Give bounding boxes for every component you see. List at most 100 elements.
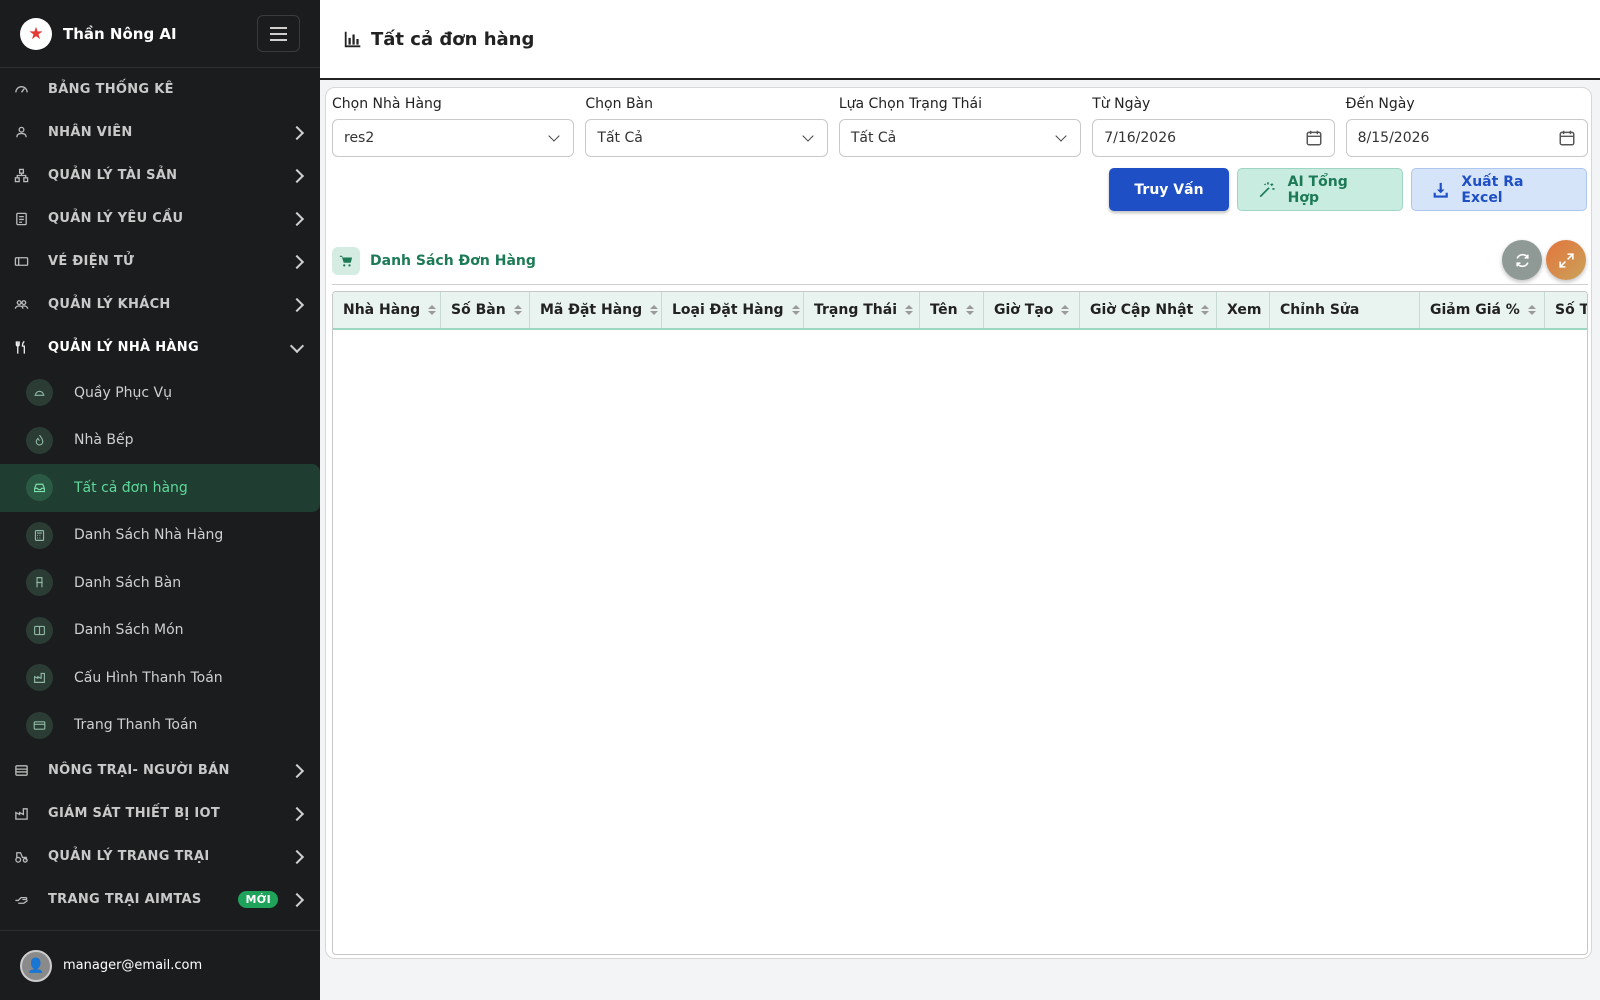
column-label: Chỉnh Sửa — [1280, 302, 1360, 318]
export-excel-button[interactable]: Xuất Ra Excel — [1411, 168, 1587, 211]
sidebar-item-dashboard[interactable]: BẢNG THỐNG KÊ — [0, 68, 320, 111]
sidebar-subitem-dish-list[interactable]: Danh Sách Món — [0, 607, 320, 655]
sidebar-item-farm-management[interactable]: QUẢN LÝ TRANG TRẠI — [0, 835, 320, 878]
ticket-icon — [12, 253, 30, 271]
column-label: Giờ Tạo — [994, 302, 1054, 318]
chevron-down-icon — [289, 338, 305, 353]
chevron-right-icon — [289, 211, 305, 226]
sidebar-subitem-restaurant-list[interactable]: Danh Sách Nhà Hàng — [0, 512, 320, 560]
table-select[interactable]: Tất Cả — [585, 119, 828, 157]
sort-icon — [958, 305, 974, 315]
chevron-right-icon — [289, 892, 305, 907]
sidebar-item-label: BẢNG THỐNG KÊ — [48, 82, 174, 97]
sidebar-subitem-payment-config[interactable]: Cấu Hình Thanh Toán — [0, 654, 320, 702]
column-header[interactable]: Giờ Cập Nhật — [1080, 292, 1217, 328]
user-profile[interactable]: 👤 manager@email.com — [0, 930, 320, 1000]
sidebar-item-assets[interactable]: QUẢN LÝ TÀI SẢN — [0, 154, 320, 197]
sidebar-subitem-label: Nhà Bếp — [74, 432, 134, 449]
from-date-input[interactable]: 7/16/2026 — [1092, 119, 1335, 157]
column-label: Nhà Hàng — [343, 302, 421, 318]
sidebar-subitem-service-counter[interactable]: Quầy Phục Vụ — [0, 369, 320, 417]
sidebar-item-customers[interactable]: QUẢN LÝ KHÁCH — [0, 283, 320, 326]
sidebar-subitem-all-orders[interactable]: Tất cả đơn hàng — [0, 464, 320, 512]
sidebar-item-iot-monitoring[interactable]: GIÁM SÁT THIẾT BỊ IOT — [0, 792, 320, 835]
sidebar-item-restaurant[interactable]: QUẢN LÝ NHÀ HÀNG — [0, 326, 320, 369]
cart-icon — [332, 247, 360, 275]
menu-toggle-button[interactable] — [257, 15, 300, 52]
table-select-value: Tất Cả — [597, 130, 643, 146]
fullscreen-button[interactable] — [1546, 240, 1586, 280]
column-header[interactable]: Nhà Hàng — [333, 292, 441, 328]
sidebar-subitem-payment-page[interactable]: Trang Thanh Toán — [0, 702, 320, 750]
to-date-input[interactable]: 8/15/2026 — [1345, 119, 1589, 157]
column-header[interactable]: Số Bàn — [441, 292, 530, 328]
app-name: Thần Nông AI — [63, 24, 177, 43]
menu-book-icon — [26, 616, 53, 644]
column-header[interactable]: Tên — [920, 292, 984, 328]
sort-icon — [1520, 305, 1536, 315]
column-header[interactable]: Loại Đặt Hàng — [662, 292, 804, 328]
sidebar-subitem-label: Tất cả đơn hàng — [74, 479, 188, 496]
from-date-label: Từ Ngày — [1092, 96, 1151, 112]
restaurant-select[interactable]: res2 — [332, 119, 575, 157]
download-icon — [1433, 182, 1448, 198]
sidebar-item-label: NHÂN VIÊN — [48, 125, 133, 140]
fork-knife-icon — [12, 339, 30, 357]
cloche-icon — [26, 379, 53, 407]
sidebar-item-farm-seller[interactable]: NÔNG TRẠI- NGƯỜI BÁN — [0, 749, 320, 792]
sidebar-item-label: VÉ ĐIỆN TỬ — [48, 254, 135, 269]
chevron-right-icon — [289, 849, 305, 864]
tractor-icon — [12, 848, 30, 866]
column-label: Tên — [930, 302, 958, 318]
sidebar-item-label: GIÁM SÁT THIẾT BỊ IOT — [48, 806, 221, 821]
card-icon — [26, 711, 53, 739]
export-excel-label: Xuất Ra Excel — [1461, 173, 1524, 206]
sort-icon — [897, 305, 913, 315]
factory-icon — [12, 805, 30, 823]
orders-card: Chọn Nhà Hàng res2 Chọn Bàn Tất Cả Lựa C… — [325, 87, 1592, 959]
clipboard-icon — [12, 210, 30, 228]
chair-icon — [26, 569, 53, 597]
query-button-label: Truy Vấn — [1134, 181, 1204, 198]
sidebar-item-aimtas-farm[interactable]: TRANG TRẠI AIMTAS MỚI — [0, 878, 320, 921]
column-label: Số T — [1555, 302, 1588, 318]
ai-summary-button[interactable]: AI Tổng Hợp — [1237, 168, 1403, 211]
sort-icon — [1193, 305, 1210, 315]
sidebar-item-e-tickets[interactable]: VÉ ĐIỆN TỬ — [0, 240, 320, 283]
column-header[interactable]: Giảm Giá % — [1420, 292, 1545, 328]
chevron-right-icon — [289, 125, 305, 140]
refresh-button[interactable] — [1502, 240, 1542, 280]
avatar: 👤 — [20, 949, 52, 982]
sidebar-item-staff[interactable]: NHÂN VIÊN — [0, 111, 320, 154]
sidebar-subitem-kitchen[interactable]: Nhà Bếp — [0, 417, 320, 465]
to-date-value: 8/15/2026 — [1357, 130, 1430, 146]
column-header[interactable]: Giờ Tạo — [984, 292, 1080, 328]
query-button[interactable]: Truy Vấn — [1109, 168, 1229, 211]
divider — [332, 284, 1588, 285]
from-date-filter: Từ Ngày 7/16/2026 — [1092, 96, 1335, 157]
sidebar-subitem-table-list[interactable]: Danh Sách Bàn — [0, 559, 320, 607]
page-header: Tất cả đơn hàng — [320, 0, 1600, 80]
factory-icon — [26, 664, 53, 692]
column-header[interactable]: Số T — [1545, 292, 1588, 328]
calendar-icon[interactable] — [1558, 129, 1576, 147]
expand-icon — [1558, 252, 1574, 268]
column-label: Số Bàn — [451, 302, 506, 318]
column-header[interactable]: Trạng Thái — [804, 292, 920, 328]
column-label: Giờ Cập Nhật — [1090, 302, 1194, 318]
fire-icon — [26, 426, 53, 454]
filter-bar: Chọn Nhà Hàng res2 Chọn Bàn Tất Cả Lựa C… — [332, 96, 1589, 157]
column-header[interactable]: Mã Đặt Hàng — [530, 292, 662, 328]
chevron-down-icon — [548, 130, 561, 142]
app-logo[interactable]: ★ — [20, 17, 52, 50]
order-list-title: Danh Sách Đơn Hàng — [370, 253, 536, 269]
sidebar-subitem-label: Trang Thanh Toán — [74, 717, 198, 734]
chevron-down-icon — [802, 130, 814, 142]
sidebar-item-requests[interactable]: QUẢN LÝ YÊU CẦU — [0, 197, 320, 240]
sidebar-item-label: QUẢN LÝ TRANG TRẠI — [48, 849, 210, 864]
restaurant-filter: Chọn Nhà Hàng res2 — [332, 96, 575, 157]
status-select[interactable]: Tất Cả — [838, 119, 1082, 157]
calculator-icon — [26, 521, 53, 549]
chevron-down-icon — [1055, 130, 1067, 142]
calendar-icon[interactable] — [1305, 129, 1323, 147]
